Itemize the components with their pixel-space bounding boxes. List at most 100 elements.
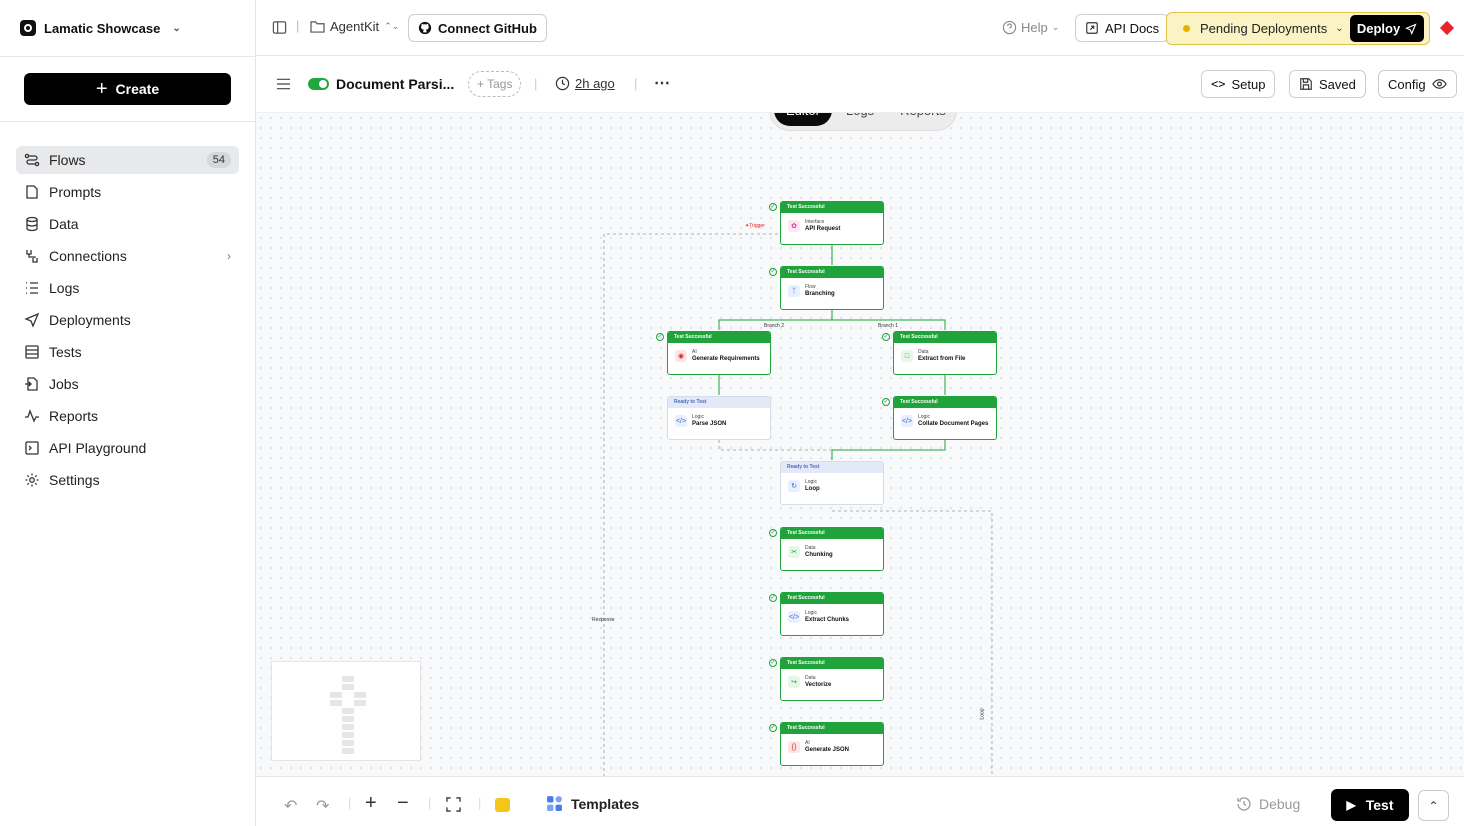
test-button[interactable]: ▶ Test xyxy=(1331,789,1409,821)
node-type: Data xyxy=(805,675,816,681)
sidebar-item-label: Tests xyxy=(49,344,82,360)
help-icon xyxy=(1002,20,1017,35)
expand-up-button[interactable]: ⌃ xyxy=(1418,790,1449,821)
loop-edge-label: Loop xyxy=(979,708,986,720)
node-status: Ready to Test xyxy=(781,462,883,473)
branch-1-label: Branch 1 xyxy=(878,323,899,329)
create-button[interactable]: + Create xyxy=(24,73,231,105)
plus-icon: + xyxy=(95,78,108,100)
workspace-name: Lamatic Showcase xyxy=(44,20,161,36)
sidebar-item-connections[interactable]: Connections › xyxy=(16,242,239,270)
logs-icon xyxy=(24,280,40,296)
pending-status-dot xyxy=(1183,25,1190,32)
github-icon xyxy=(418,21,432,35)
setup-label: Setup xyxy=(1231,76,1266,92)
sidebar-item-flows[interactable]: Flows 54 xyxy=(16,146,239,174)
last-edited-time[interactable]: 2h ago xyxy=(555,76,615,91)
chevron-down-icon: ⌄ xyxy=(1051,22,1060,32)
connect-github-button[interactable]: Connect GitHub xyxy=(408,14,547,42)
clock-icon xyxy=(555,76,570,91)
sidebar-item-tests[interactable]: Tests xyxy=(16,338,239,366)
send-icon xyxy=(24,312,40,328)
flow-node[interactable]: Test Successful ✿ Interface API Request xyxy=(780,201,884,245)
help-menu[interactable]: Help ⌄ xyxy=(1002,20,1059,35)
tab-editor[interactable]: Editor xyxy=(774,113,832,126)
branch-2-label: Branch 2 xyxy=(764,323,785,329)
zoom-in-icon[interactable]: + xyxy=(365,792,377,815)
sidebar-item-logs[interactable]: Logs xyxy=(16,274,239,302)
sidebar-item-api-playground[interactable]: API Playground xyxy=(16,434,239,462)
database-icon xyxy=(24,216,40,232)
flow-node[interactable]: Test Successful </> Logic Extract Chunks xyxy=(780,592,884,636)
sidebar-item-prompts[interactable]: Prompts xyxy=(16,178,239,206)
flow-node[interactable]: Test Successful ᛉ Flow Branching xyxy=(780,266,884,310)
sidebar-item-jobs[interactable]: Jobs xyxy=(16,370,239,398)
fit-view-icon[interactable] xyxy=(446,797,461,812)
flow-name[interactable]: Document Parsi... xyxy=(336,76,454,92)
sidebar-item-reports[interactable]: Reports xyxy=(16,402,239,430)
code-icon: </> xyxy=(788,611,800,623)
flow-canvas[interactable]: Editor Logs Reports ✦Trigger Branch 2 Br… xyxy=(256,113,1464,776)
node-status: Ready to Test xyxy=(668,397,770,408)
flow-active-toggle[interactable] xyxy=(308,78,329,90)
zoom-out-icon[interactable]: − xyxy=(397,792,409,815)
tab-reports[interactable]: Reports xyxy=(888,113,958,126)
gear-icon xyxy=(24,472,40,488)
api-docs-button[interactable]: API Docs xyxy=(1075,14,1170,42)
node-status: Test Successful xyxy=(781,528,883,539)
sidebar-item-label: Connections xyxy=(49,248,127,264)
project-selector[interactable]: AgentKit ⌃⌄ xyxy=(310,19,399,34)
interface-icon: ✿ xyxy=(788,220,800,232)
prompts-icon xyxy=(24,184,40,200)
more-options-icon[interactable]: ⋯ xyxy=(654,73,670,93)
check-icon: ✓ xyxy=(882,333,890,341)
node-name: Extract Chunks xyxy=(805,617,850,623)
sidebar-toggle-icon[interactable] xyxy=(272,20,287,35)
flow-node[interactable]: Test Successful □ Data Extract from File xyxy=(893,331,997,375)
menu-icon[interactable] xyxy=(276,77,291,91)
templates-button[interactable]: Templates xyxy=(546,795,639,812)
ai-icon: ◉ xyxy=(675,350,687,362)
flow-node[interactable]: Ready to Test ↻ Logic Loop xyxy=(780,461,884,505)
pending-deployments-dropdown[interactable]: Pending Deployments ⌄ Deploy xyxy=(1166,12,1430,45)
node-name: Parse JSON xyxy=(692,421,727,427)
debug-label: Debug xyxy=(1259,796,1301,812)
undo-icon[interactable]: ↶ xyxy=(284,796,297,816)
sticky-note-icon[interactable] xyxy=(495,798,510,812)
node-type: Flow xyxy=(805,284,816,290)
debug-button[interactable]: Debug xyxy=(1236,796,1300,812)
config-button[interactable]: Config xyxy=(1378,70,1457,98)
test-label: Test xyxy=(1365,797,1394,813)
separator: | xyxy=(534,76,538,91)
flow-node[interactable]: Test Successful </> Logic Collate Document… xyxy=(893,396,997,440)
reports-icon xyxy=(24,408,40,424)
node-status: Test Successful xyxy=(781,723,883,734)
separator: | xyxy=(478,795,482,810)
node-status: Test Successful xyxy=(668,332,770,343)
flow-node[interactable]: Test Successful ✂ Data Chunking xyxy=(780,527,884,571)
redo-icon[interactable]: ↷ xyxy=(316,796,329,816)
flow-node[interactable]: Ready to Test </> Logic Parse JSON xyxy=(667,396,771,440)
deploy-label: Deploy xyxy=(1356,21,1401,36)
sidebar-item-data[interactable]: Data xyxy=(16,210,239,238)
flow-node[interactable]: Test Successful ◉ AI Generate Requirements xyxy=(667,331,771,375)
node-status: Test Successful xyxy=(894,397,996,408)
vectorize-icon: ↪ xyxy=(788,676,800,688)
workspace-switcher[interactable]: Lamatic Showcase ⌄ xyxy=(20,17,181,39)
sidebar-item-settings[interactable]: Settings xyxy=(16,466,239,494)
node-type: Logic xyxy=(805,610,817,616)
chevron-up-icon: ⌃ xyxy=(1428,798,1439,813)
sidebar-item-deployments[interactable]: Deployments xyxy=(16,306,239,334)
node-type: Data xyxy=(918,349,929,355)
pending-label: Pending Deployments xyxy=(1200,21,1328,36)
tab-logs[interactable]: Logs xyxy=(834,113,886,126)
sidebar-nav: Flows 54 Prompts Data Connections › Logs… xyxy=(16,146,239,498)
flow-node[interactable]: Test Successful {} AI Generate JSON xyxy=(780,722,884,766)
flow-node[interactable]: Test Successful ↪ Data Vectorize xyxy=(780,657,884,701)
add-tags-button[interactable]: + Tags xyxy=(468,71,522,97)
check-icon: ✓ xyxy=(882,398,890,406)
setup-button[interactable]: <> Setup xyxy=(1201,70,1276,98)
minimap[interactable] xyxy=(271,661,421,761)
deploy-button[interactable]: Deploy xyxy=(1350,15,1424,42)
saved-button[interactable]: Saved xyxy=(1289,70,1366,98)
